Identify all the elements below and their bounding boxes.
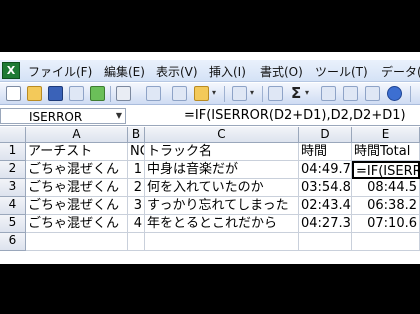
autosum-icon[interactable]: Σ xyxy=(291,84,301,102)
print-icon[interactable] xyxy=(116,86,131,101)
cell-e4[interactable]: 06:38.2 xyxy=(352,197,420,215)
cell-e2-active[interactable]: =IF(ISERRO xyxy=(352,161,420,179)
paste-icon[interactable] xyxy=(194,86,209,101)
toolbar-options-icon[interactable] xyxy=(410,86,411,102)
copy-icon[interactable] xyxy=(172,86,187,101)
cell-d1[interactable]: 時間 xyxy=(299,143,352,161)
menu-format[interactable]: 書式(O) xyxy=(260,63,303,80)
chart-wizard-icon[interactable] xyxy=(343,86,358,101)
cell-b1[interactable]: NO xyxy=(128,143,145,161)
select-all-corner[interactable] xyxy=(0,127,26,143)
row-header-1[interactable]: 1 xyxy=(0,143,26,161)
menu-file[interactable]: ファイル(F) xyxy=(28,63,92,80)
menu-view[interactable]: 表示(V) xyxy=(156,63,198,80)
cell-d3[interactable]: 03:54.8 xyxy=(299,179,352,197)
column-header-e[interactable]: E xyxy=(352,127,420,143)
undo-icon[interactable] xyxy=(232,86,247,101)
column-header-a[interactable]: A xyxy=(26,127,128,143)
permission-icon[interactable] xyxy=(69,86,84,101)
name-box[interactable]: ISERROR ▼ xyxy=(0,108,126,124)
name-box-value: ISERROR xyxy=(29,110,83,124)
open-folder-icon[interactable] xyxy=(27,86,42,101)
email-icon[interactable] xyxy=(90,86,105,101)
cell-d2[interactable]: 04:49.7 xyxy=(299,161,352,179)
cell-b6[interactable] xyxy=(128,233,145,251)
cell-c6[interactable] xyxy=(145,233,299,251)
cell-c2[interactable]: 中身は音楽だが xyxy=(145,161,299,179)
save-icon[interactable] xyxy=(48,86,63,101)
column-header-b[interactable]: B xyxy=(128,127,145,143)
column-header-d[interactable]: D xyxy=(299,127,352,143)
cell-d4[interactable]: 02:43.4 xyxy=(299,197,352,215)
paste-dropdown-icon[interactable]: ▾ xyxy=(212,88,216,97)
menu-insert[interactable]: 挿入(I) xyxy=(209,63,246,80)
name-box-dropdown-icon[interactable]: ▼ xyxy=(116,111,122,120)
cell-b5[interactable]: 4 xyxy=(128,215,145,233)
row-header-5[interactable]: 5 xyxy=(0,215,26,233)
excel-window: X ファイル(F) 編集(E) 表示(V) 挿入(I) 書式(O) ツール(T)… xyxy=(0,52,420,264)
hyperlink-icon[interactable] xyxy=(268,86,283,101)
toolbar-separator xyxy=(110,86,111,102)
autosum-dropdown-icon[interactable]: ▾ xyxy=(305,88,309,97)
help-icon[interactable] xyxy=(387,86,402,101)
cell-e5[interactable]: 07:10.6 xyxy=(352,215,420,233)
row-header-3[interactable]: 3 xyxy=(0,179,26,197)
sort-ascending-icon[interactable] xyxy=(321,86,336,101)
cell-a6[interactable] xyxy=(26,233,128,251)
menu-bar: X ファイル(F) 編集(E) 表示(V) 挿入(I) 書式(O) ツール(T)… xyxy=(0,60,420,82)
cell-a2[interactable]: ごちゃ混ぜくん xyxy=(26,161,128,179)
column-header-c[interactable]: C xyxy=(145,127,299,143)
cell-c4[interactable]: すっかり忘れてしまった xyxy=(145,197,299,215)
cell-a3[interactable]: ごちゃ混ぜくん xyxy=(26,179,128,197)
cell-a5[interactable]: ごちゃ混ぜくん xyxy=(26,215,128,233)
cell-c5[interactable]: 年をとるとこれだから xyxy=(145,215,299,233)
worksheet-grid: A B C D E 1 アーチスト NO トラック名 時間 時間Total 2 … xyxy=(0,127,420,264)
cell-c3[interactable]: 何を入れていたのか xyxy=(145,179,299,197)
spelling-icon[interactable] xyxy=(146,86,161,101)
excel-app-icon[interactable]: X xyxy=(2,62,20,79)
cell-b2[interactable]: 1 xyxy=(128,161,145,179)
cell-b4[interactable]: 3 xyxy=(128,197,145,215)
standard-toolbar: ▾ ▾ Σ ▾ xyxy=(0,83,420,105)
menu-edit[interactable]: 編集(E) xyxy=(104,63,145,80)
menu-tools[interactable]: ツール(T) xyxy=(315,63,368,80)
cell-e6[interactable] xyxy=(352,233,420,251)
cell-b3[interactable]: 2 xyxy=(128,179,145,197)
cell-e1[interactable]: 時間Total xyxy=(352,143,420,161)
formula-input[interactable]: =IF(ISERROR(D2+D1),D2,D2+D1) xyxy=(184,108,406,123)
cell-d5[interactable]: 04:27.3 xyxy=(299,215,352,233)
row-header-4[interactable]: 4 xyxy=(0,197,26,215)
cell-d6[interactable] xyxy=(299,233,352,251)
row-header-2[interactable]: 2 xyxy=(0,161,26,179)
cell-a1[interactable]: アーチスト xyxy=(26,143,128,161)
cell-e3[interactable]: 08:44.5 xyxy=(352,179,420,197)
toolbar-separator xyxy=(224,86,225,102)
undo-dropdown-icon[interactable]: ▾ xyxy=(250,88,254,97)
menu-data[interactable]: データ(D) xyxy=(381,63,420,80)
formula-bar: ISERROR ▼ =IF(ISERROR(D2+D1),D2,D2+D1) xyxy=(0,106,420,126)
toolbar-separator xyxy=(262,86,263,102)
drawing-icon[interactable] xyxy=(365,86,380,101)
cell-a4[interactable]: ごちゃ混ぜくん xyxy=(26,197,128,215)
cell-c1[interactable]: トラック名 xyxy=(145,143,299,161)
row-header-6[interactable]: 6 xyxy=(0,233,26,251)
new-document-icon[interactable] xyxy=(6,86,21,101)
